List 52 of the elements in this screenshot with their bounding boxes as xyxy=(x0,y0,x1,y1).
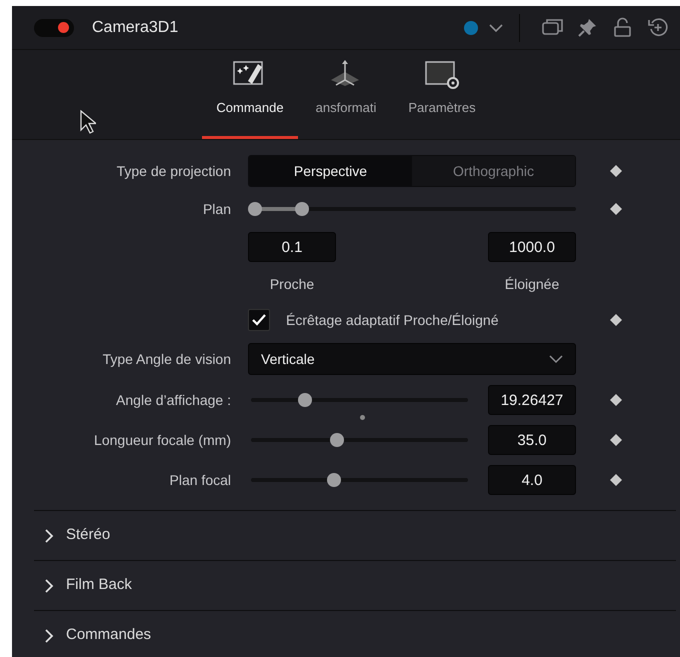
slider[interactable] xyxy=(251,473,468,487)
field-label: Type Angle de vision xyxy=(102,350,231,366)
chevron-down-icon[interactable] xyxy=(489,22,503,32)
tab[interactable]: ansformati xyxy=(298,50,394,139)
field-label: Plan focal xyxy=(170,472,231,488)
keyframe-icon[interactable] xyxy=(610,474,622,486)
tab[interactable]: Paramètres xyxy=(394,50,490,139)
chevron-right-icon xyxy=(44,628,54,642)
reset-icon[interactable] xyxy=(647,17,668,38)
checkbox-label: Écrêtage adaptatif Proche/Éloigné xyxy=(286,310,498,330)
keyframe-icon[interactable] xyxy=(610,203,622,215)
number-field[interactable]: 35.0 xyxy=(488,425,576,455)
slider-thumb[interactable] xyxy=(248,202,262,216)
keyframe-icon[interactable] xyxy=(610,434,622,446)
enable-toggle[interactable] xyxy=(34,18,74,36)
windows-icon[interactable] xyxy=(542,17,563,38)
slider-thumb[interactable] xyxy=(298,393,312,407)
lock-icon[interactable] xyxy=(612,17,633,38)
slider-thumb[interactable] xyxy=(327,473,342,487)
segment-button[interactable]: Perspective xyxy=(249,156,412,186)
checkbox[interactable] xyxy=(248,309,270,331)
range-slider[interactable] xyxy=(248,202,576,216)
pin-icon[interactable] xyxy=(577,17,598,38)
slider-thumb[interactable] xyxy=(330,433,344,447)
tab[interactable]: Commande xyxy=(202,50,298,139)
number-field[interactable]: 0.1 xyxy=(248,232,336,262)
slider-thumb[interactable] xyxy=(295,202,310,216)
field-caption: Proche xyxy=(268,274,316,294)
section-header[interactable]: Stéréo xyxy=(34,510,676,560)
number-field[interactable]: 19.26427 xyxy=(488,385,576,415)
keyframe-icon[interactable] xyxy=(610,314,622,326)
keyframe-icon[interactable] xyxy=(610,394,622,406)
field-label: Longueur focale (mm) xyxy=(94,432,231,448)
field-label: Type de projection xyxy=(116,162,231,178)
chevron-right-icon xyxy=(44,528,54,542)
chevron-down-icon xyxy=(549,354,563,364)
dropdown[interactable]: Verticale xyxy=(248,343,576,375)
chevron-right-icon xyxy=(44,578,54,592)
field-label: Angle d’affichage : xyxy=(116,392,231,408)
color-dot-icon[interactable] xyxy=(463,20,479,36)
section-header[interactable]: Film Back xyxy=(34,560,676,610)
slider[interactable] xyxy=(251,433,468,447)
number-field[interactable]: 4.0 xyxy=(488,465,576,495)
checkmark-icon xyxy=(252,314,266,326)
number-field[interactable]: 1000.0 xyxy=(488,232,576,262)
section-header[interactable]: Commandes xyxy=(34,610,676,657)
segment-button[interactable]: Orthographic xyxy=(412,156,575,186)
keyframe-icon[interactable] xyxy=(610,165,622,177)
node-title: Camera3D1 xyxy=(92,18,178,38)
field-caption: Éloignée xyxy=(504,274,560,294)
cursor-icon xyxy=(80,110,96,134)
field-label: Plan xyxy=(202,200,231,216)
